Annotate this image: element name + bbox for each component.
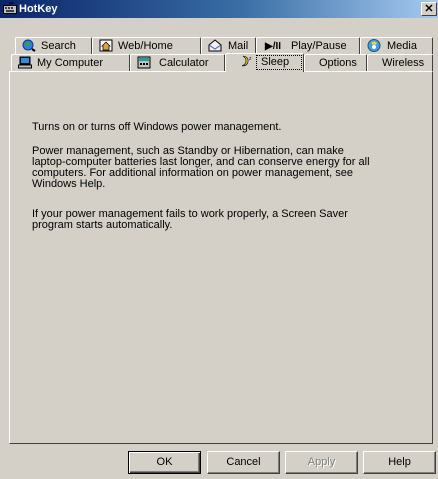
tab-search-label: Search — [41, 40, 76, 52]
tab-sleep[interactable]: z Sleep — [225, 53, 304, 72]
help-button[interactable]: Help — [363, 451, 436, 474]
hotkey-app-icon — [3, 2, 17, 14]
description-paragraph-2: Power management, such as Standby or Hib… — [32, 146, 372, 190]
description-paragraph-3: If your power management fails to work p… — [32, 209, 372, 231]
tab-media-label: Media — [387, 40, 417, 52]
home-icon — [99, 39, 113, 52]
tab-media[interactable]: Media — [360, 37, 433, 54]
tab-play-pause-label: Play/Pause — [291, 40, 347, 52]
tab-calculator-label: Calculator — [159, 57, 209, 69]
tab-options[interactable]: Options — [304, 54, 367, 71]
play-pause-icon: ▶/II — [265, 41, 282, 52]
window-title: HotKey — [19, 3, 58, 15]
computer-icon — [18, 56, 32, 69]
tab-my-computer[interactable]: My Computer — [11, 54, 130, 71]
sleep-icon: z — [241, 55, 252, 67]
tab-mail[interactable]: Mail — [201, 37, 256, 54]
tab-options-label: Options — [319, 57, 357, 69]
svg-text:z: z — [249, 56, 252, 62]
tab-web-home[interactable]: Web/Home — [92, 37, 201, 54]
description-paragraph-1: Turns on or turns off Windows power mana… — [32, 121, 282, 133]
apply-button[interactable]: Apply — [285, 451, 358, 474]
hotkey-dialog: HotKey ✕ Search Web/Home Mail ▶/II Play/… — [0, 0, 438, 479]
tab-search[interactable]: Search — [15, 37, 92, 54]
media-icon — [367, 39, 381, 52]
tab-wireless-label: Wireless — [382, 57, 425, 69]
tab-mail-label: Mail — [228, 40, 249, 52]
calculator-icon — [137, 56, 151, 69]
tab-wireless[interactable]: Wireless — [367, 54, 433, 71]
search-globe-icon — [22, 39, 36, 52]
sleep-tab-panel: Turns on or turns off Windows power mana… — [9, 71, 433, 444]
close-button[interactable]: ✕ — [421, 2, 437, 16]
tab-play-pause[interactable]: ▶/II Play/Pause — [256, 37, 360, 54]
paragraph-3-line: program starts automatically. — [32, 219, 173, 231]
tab-web-home-label: Web/Home — [118, 40, 173, 52]
paragraph-2-line: Windows Help. — [32, 178, 106, 190]
tab-calculator[interactable]: Calculator — [130, 54, 225, 71]
ok-button[interactable]: OK — [128, 451, 201, 474]
mail-icon — [208, 39, 222, 52]
close-icon: ✕ — [424, 3, 434, 15]
title-bar[interactable]: HotKey ✕ — [0, 0, 438, 18]
cancel-button[interactable]: Cancel — [207, 451, 280, 474]
tab-my-computer-label: My Computer — [37, 57, 104, 69]
focus-rectangle — [256, 55, 302, 70]
